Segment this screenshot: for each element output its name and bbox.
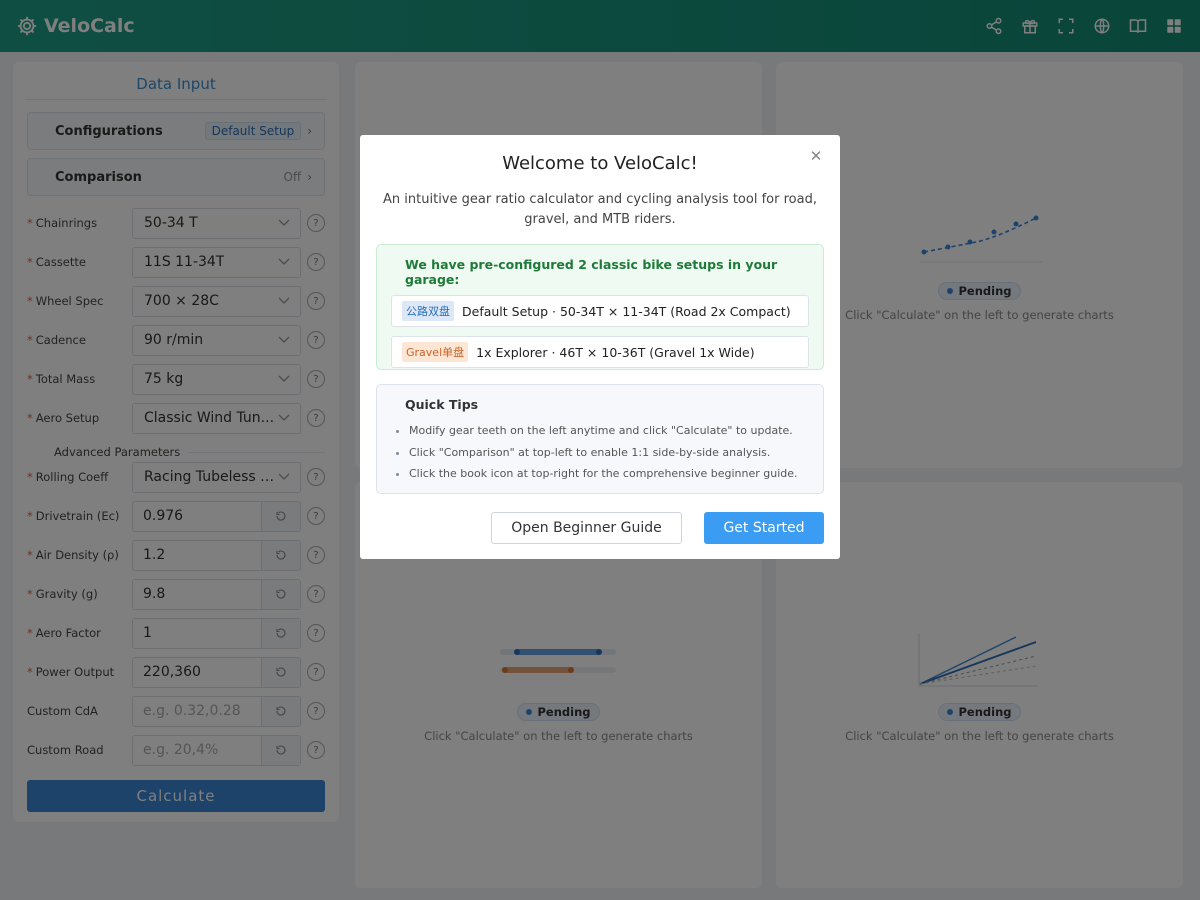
setup-text: 1x Explorer · 46T × 10-36T (Gravel 1x Wi…	[476, 344, 755, 360]
garage-heading: We have pre-configured 2 classic bike se…	[405, 257, 778, 287]
tip-item: Modify gear teeth on the left anytime an…	[409, 420, 809, 442]
garage-box: We have pre-configured 2 classic bike se…	[376, 244, 824, 370]
setup-item-road: 公路双盘 Default Setup · 50-34T × 11-34T (Ro…	[391, 295, 809, 327]
setup-tag: 公路双盘	[402, 301, 454, 321]
dialog-title: Welcome to VeloCalc!	[502, 153, 698, 174]
get-started-button[interactable]: Get Started	[704, 512, 824, 544]
tip-item: Click the book icon at top-right for the…	[409, 463, 809, 485]
setup-text: Default Setup · 50-34T × 11-34T (Road 2x…	[462, 303, 791, 319]
setup-item-gravel: Gravel单盘 1x Explorer · 46T × 10-36T (Gra…	[391, 336, 809, 368]
welcome-dialog: Welcome to VeloCalc! ✕ An intuitive gear…	[360, 135, 840, 559]
close-icon[interactable]: ✕	[809, 149, 823, 164]
dialog-description: An intuitive gear ratio calculator and c…	[383, 192, 817, 227]
open-beginner-guide-button[interactable]: Open Beginner Guide	[491, 512, 682, 544]
quick-tips-box: Quick Tips Modify gear teeth on the left…	[376, 384, 824, 494]
tip-item: Click "Comparison" at top-left to enable…	[409, 442, 809, 464]
setup-tag: Gravel单盘	[402, 342, 469, 362]
tips-heading: Quick Tips	[405, 397, 479, 412]
